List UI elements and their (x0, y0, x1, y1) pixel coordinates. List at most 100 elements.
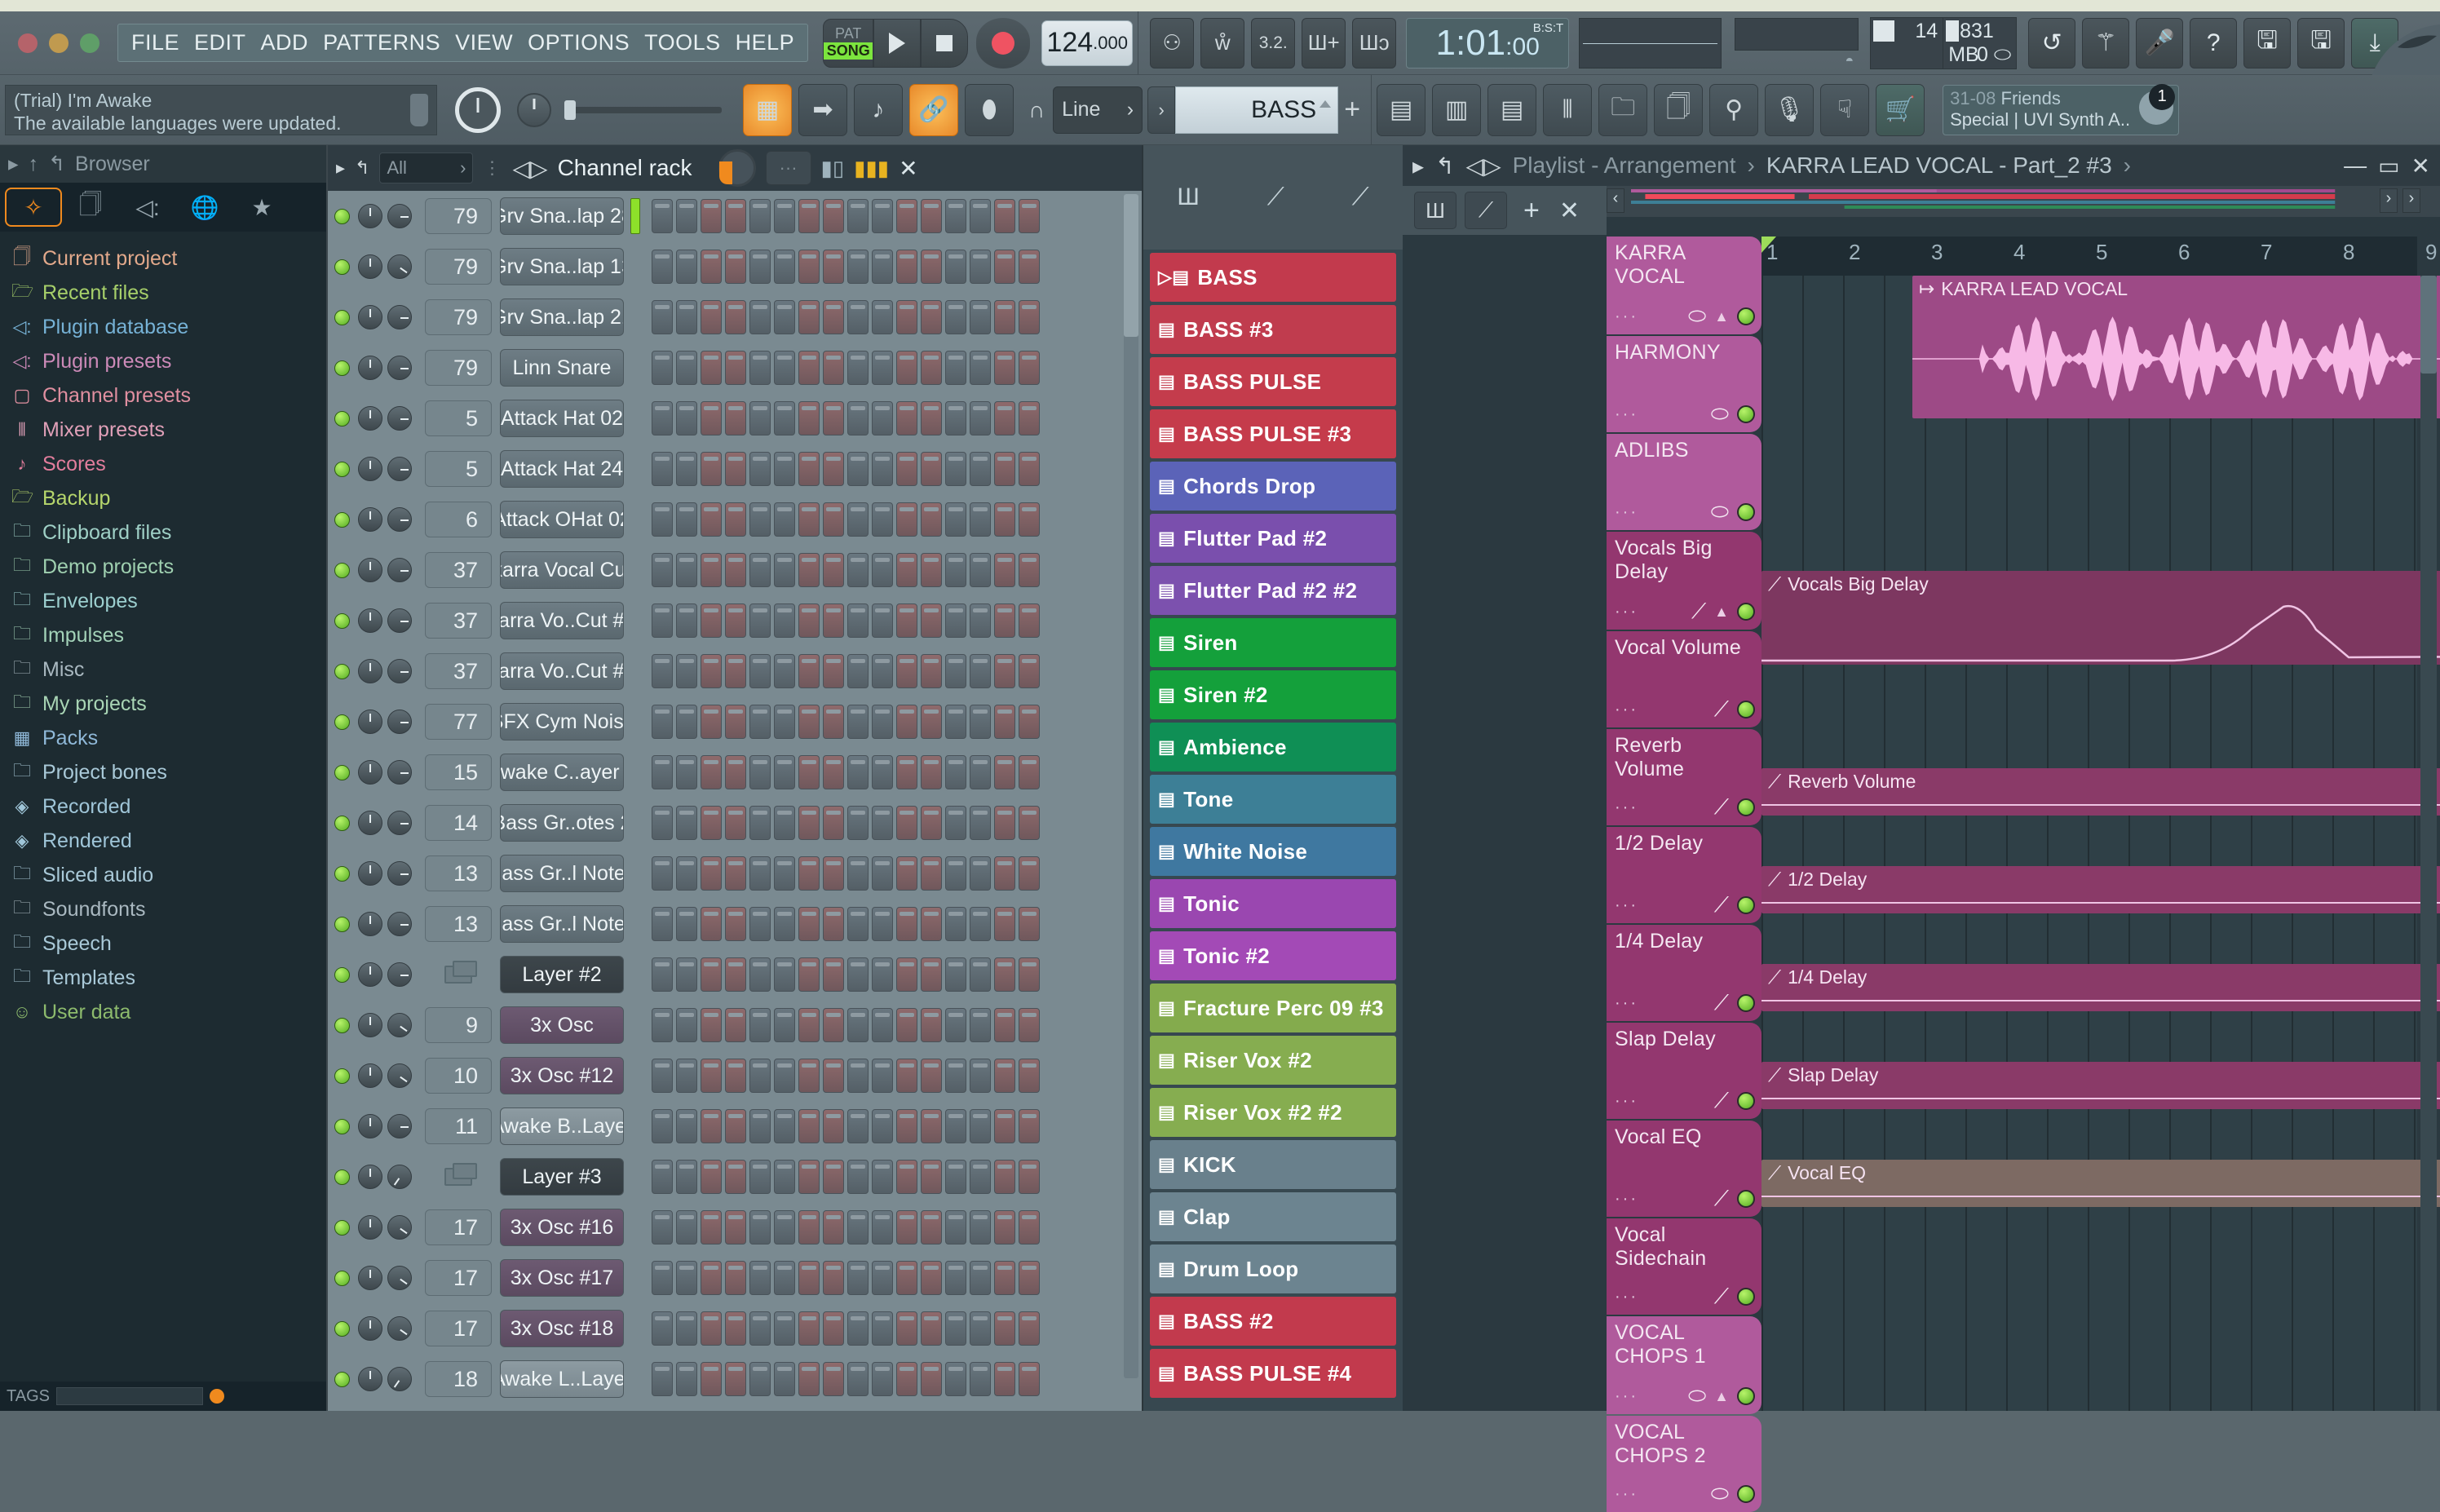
step-button[interactable] (970, 300, 991, 334)
step-button[interactable] (725, 654, 746, 688)
record-button[interactable] (976, 18, 1030, 69)
close-icon[interactable]: ✕ (899, 155, 917, 182)
channel-pan-knob[interactable] (358, 710, 382, 734)
step-button[interactable] (774, 1160, 795, 1194)
step-button[interactable] (970, 502, 991, 537)
step-button[interactable] (774, 199, 795, 233)
step-button[interactable] (652, 1160, 673, 1194)
step-button[interactable] (774, 1362, 795, 1396)
step-button[interactable] (970, 1008, 991, 1042)
step-button[interactable] (872, 603, 893, 638)
minimize-button[interactable] (49, 33, 69, 53)
channel-name-button[interactable]: Attack Hat 02 (500, 400, 624, 437)
step-button[interactable] (847, 957, 869, 992)
swing-knob[interactable] (718, 149, 756, 187)
channel-name-button[interactable]: Awake B..Layer (500, 1107, 624, 1145)
channel-volume-knob[interactable] (387, 1114, 412, 1138)
step-button[interactable] (970, 654, 991, 688)
step-button[interactable] (847, 705, 869, 739)
step-button[interactable] (823, 603, 844, 638)
channel-enable-led[interactable] (334, 664, 350, 679)
step-button[interactable] (725, 603, 746, 638)
step-button[interactable] (970, 957, 991, 992)
step-button[interactable] (896, 199, 917, 233)
step-button[interactable] (994, 1109, 1015, 1143)
step-button[interactable] (896, 907, 917, 941)
automation-icon[interactable]: ⟋ (1267, 183, 1284, 211)
step-button[interactable] (994, 856, 1015, 891)
step-button[interactable] (774, 452, 795, 486)
step-button[interactable] (921, 1008, 942, 1042)
browser-item-recent-files[interactable]: 🗁Recent files (0, 276, 326, 310)
channel-volume-knob[interactable] (387, 1367, 412, 1391)
track-menu-icon[interactable]: ··· (1615, 1485, 1638, 1504)
channel-enable-led[interactable] (334, 512, 350, 528)
step-button[interactable] (945, 1311, 966, 1346)
step-button[interactable] (823, 755, 844, 789)
step-button[interactable] (725, 957, 746, 992)
step-button[interactable] (896, 300, 917, 334)
channel-name-button[interactable]: 3x Osc #12 (500, 1057, 624, 1094)
browser-item-clipboard-files[interactable]: 🗀Clipboard files (0, 515, 326, 550)
step-button[interactable] (872, 654, 893, 688)
step-button[interactable] (749, 755, 771, 789)
step-button[interactable] (994, 1160, 1015, 1194)
step-button[interactable] (701, 452, 722, 486)
playlist-overview[interactable]: ‹ › › (1607, 186, 2440, 217)
track-enable-led[interactable] (1737, 405, 1755, 423)
step-button[interactable] (921, 957, 942, 992)
track-enable-led[interactable] (1737, 1485, 1755, 1503)
link-icon[interactable]: 🔗 (909, 84, 958, 136)
channel-name-button[interactable]: Layer #2 (500, 956, 624, 993)
step-button[interactable] (945, 603, 966, 638)
playlist-clip[interactable]: ⟋Slap Delay (1761, 1062, 2440, 1109)
channel-volume-knob[interactable] (387, 254, 412, 279)
channel-enable-led[interactable] (334, 1220, 350, 1236)
step-button[interactable] (774, 1109, 795, 1143)
step-button[interactable] (774, 856, 795, 891)
step-button[interactable] (847, 1311, 869, 1346)
channel-pan-knob[interactable] (358, 962, 382, 987)
track-expand-icon[interactable]: ▲ (1714, 1388, 1729, 1405)
step-button[interactable] (847, 806, 869, 840)
step-button[interactable] (652, 401, 673, 435)
step-button[interactable] (652, 603, 673, 638)
step-button[interactable] (676, 250, 697, 284)
step-button[interactable] (921, 1059, 942, 1093)
step-button[interactable] (652, 1109, 673, 1143)
playlist-track-header[interactable]: Vocals Big Delay···⟋▲ (1607, 532, 1761, 630)
project-picker-icon[interactable]: 🗍 (1654, 84, 1703, 136)
step-button[interactable] (847, 1261, 869, 1295)
step-button[interactable] (872, 300, 893, 334)
playlist-track-header[interactable]: 1/4 Delay···⟋ (1607, 925, 1761, 1021)
track-menu-icon[interactable]: ··· (1615, 896, 1638, 915)
automation-icon[interactable]: ⟋ (1714, 1186, 1729, 1212)
step-button[interactable] (725, 1160, 746, 1194)
keyboard-add-icon[interactable]: Ш+ (1302, 18, 1346, 69)
slide-icon[interactable]: ♪ (854, 84, 903, 136)
step-button[interactable] (725, 1210, 746, 1245)
step-button[interactable] (823, 705, 844, 739)
channel-selector[interactable] (630, 299, 640, 335)
step-button[interactable] (749, 856, 771, 891)
back-icon[interactable]: ↰ (48, 152, 65, 176)
step-button[interactable] (1019, 300, 1040, 334)
channel-enable-led[interactable] (334, 967, 350, 983)
step-button[interactable] (921, 553, 942, 587)
step-button[interactable] (823, 957, 844, 992)
step-button[interactable] (652, 654, 673, 688)
channel-enable-led[interactable] (334, 714, 350, 730)
step-button[interactable] (701, 907, 722, 941)
channel-name-button[interactable]: Bass Gr..otes 2 (500, 804, 624, 842)
channel-name-button[interactable]: 3x Osc (500, 1006, 624, 1044)
back-icon[interactable]: ↰ (1435, 153, 1454, 179)
step-button[interactable] (823, 1362, 844, 1396)
lips-icon[interactable]: ⬭ (1688, 1383, 1706, 1409)
step-button[interactable] (847, 856, 869, 891)
step-button[interactable] (921, 755, 942, 789)
pattern-item[interactable]: ▤Tonic (1150, 879, 1396, 928)
channel-enable-led[interactable] (334, 1068, 350, 1084)
channel-name-button[interactable]: Attack Hat 24 (500, 450, 624, 488)
step-button[interactable] (798, 1109, 820, 1143)
step-button[interactable] (1019, 1362, 1040, 1396)
